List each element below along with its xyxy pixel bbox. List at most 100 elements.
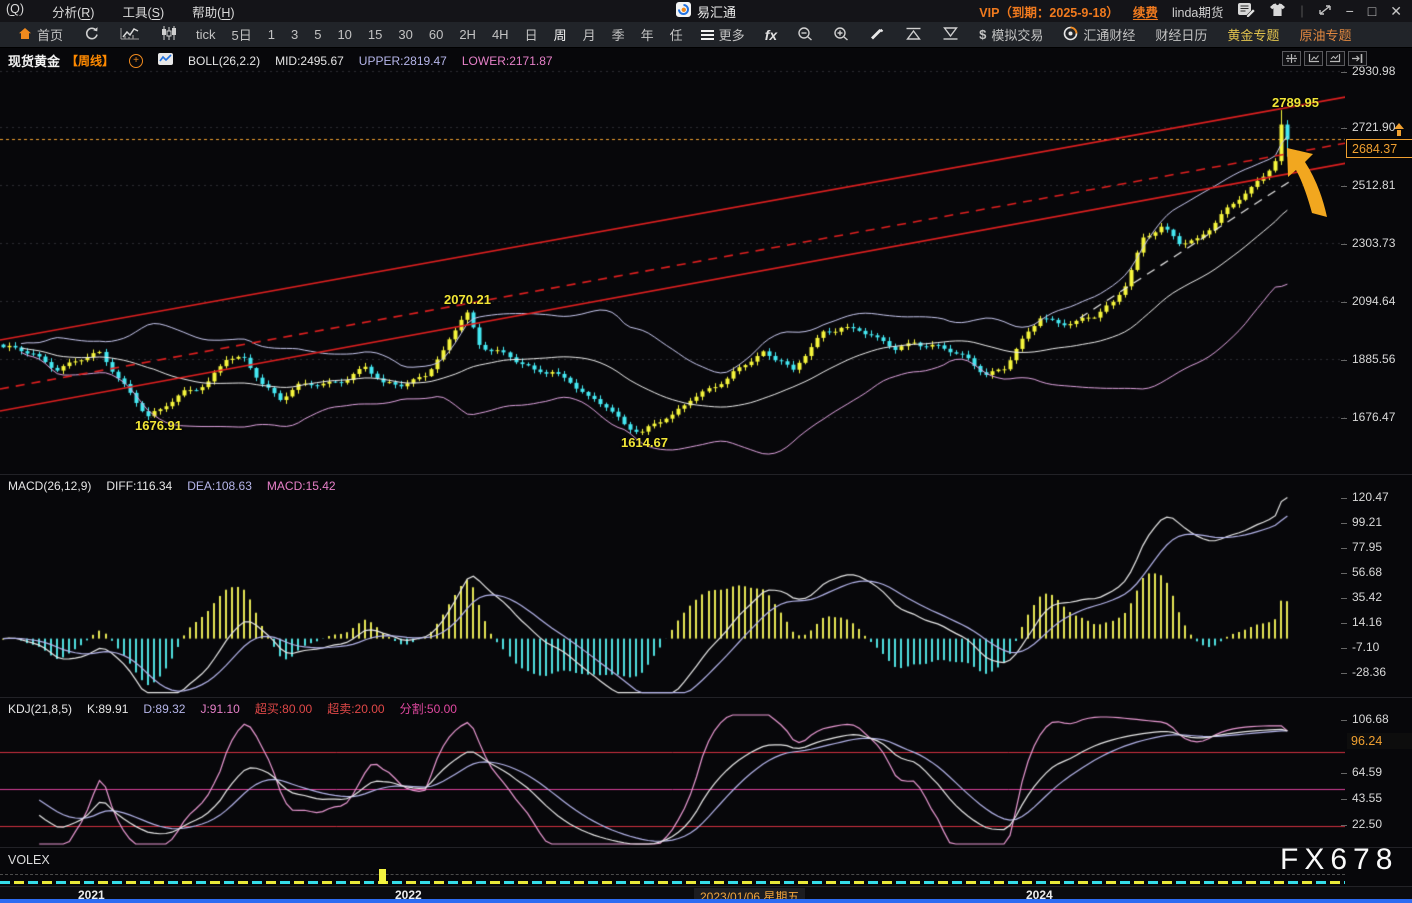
sim-trade-button[interactable]: $ 模拟交易 [969, 25, 1053, 44]
axis-label: 2930.98 [1352, 64, 1395, 78]
macd-label[interactable]: MACD(26,12,9) [8, 479, 91, 493]
macd-panel-chart[interactable] [0, 495, 1345, 697]
triangle-down-line-icon [942, 26, 959, 44]
theme-shirt-icon[interactable] [1269, 3, 1286, 20]
period-4h[interactable]: 4H [484, 27, 517, 42]
horizontal-scrollbar[interactable] [0, 899, 1412, 903]
more-button[interactable]: 更多 [691, 25, 755, 44]
move-panels-icon[interactable] [1282, 51, 1301, 66]
panel-separator [0, 697, 1412, 698]
refresh-button[interactable] [73, 26, 110, 44]
period-day[interactable]: 日 [517, 25, 546, 44]
period-10[interactable]: 10 [329, 27, 359, 42]
candlestick-button[interactable] [150, 25, 188, 44]
period-5day[interactable]: 5日 [224, 25, 260, 44]
limit-up-button[interactable] [895, 26, 932, 44]
volex-baseline [0, 874, 1345, 875]
zoom-in-button[interactable] [823, 26, 859, 44]
price-annotation: 1614.67 [621, 435, 668, 450]
home-button[interactable]: 首页 [8, 25, 73, 44]
macd-header: MACD(26,12,9) DIFF:116.34 DEA:108.63 MAC… [8, 479, 336, 493]
titlebar-separator: | [1300, 4, 1303, 18]
volex-spike-bar [379, 869, 386, 884]
oil-topic-button[interactable]: 原油专题 [1289, 25, 1361, 44]
period-2h[interactable]: 2H [451, 27, 484, 42]
axis-label: 35.42 [1352, 590, 1382, 604]
kdj-label[interactable]: KDJ(21,8,5) [8, 702, 72, 716]
limit-down-button[interactable] [932, 26, 969, 44]
price-annotation: 2789.95 [1272, 95, 1319, 110]
indicator-fx-button[interactable]: fx [755, 27, 787, 43]
period-60[interactable]: 60 [421, 27, 451, 42]
axis-label: 77.95 [1352, 540, 1382, 554]
axis-left-icon[interactable] [1304, 51, 1323, 66]
huitong-finance-button[interactable]: 汇通财经 [1053, 25, 1145, 44]
line-chart-button[interactable] [110, 26, 150, 44]
axis-label: 14.16 [1352, 615, 1382, 629]
calendar-button[interactable]: 财经日历 [1145, 25, 1217, 44]
axis-label: -7.10 [1352, 640, 1379, 654]
panel-separator [0, 847, 1412, 848]
account-name[interactable]: linda期货 [1172, 2, 1223, 21]
kdj-panel-chart[interactable] [0, 712, 1345, 847]
app-logo-icon [676, 2, 691, 20]
kdj-current-marker: 96.24 [1347, 733, 1412, 749]
dollar-icon: $ [979, 27, 986, 42]
app-title: 易汇通 [676, 2, 736, 21]
period-quarter[interactable]: 季 [604, 25, 633, 44]
zoom-in-icon [833, 26, 849, 44]
axis-label: 2512.81 [1352, 178, 1395, 192]
app-window: (Q) 分析(R) 工具(S) 帮助(H) 易汇通 VIP（到期：2025-9-… [0, 0, 1412, 903]
period-custom[interactable]: 任 [662, 25, 691, 44]
zoom-out-button[interactable] [787, 26, 823, 44]
note-icon[interactable] [1237, 2, 1255, 20]
period-15[interactable]: 15 [360, 27, 390, 42]
axis-label: 2721.90 [1352, 120, 1395, 134]
period-1[interactable]: 1 [260, 27, 283, 42]
chart-region: 现货黄金 【周线】 + BOLL(26,2.2) MID:2495.67 UPP… [0, 48, 1412, 903]
axis-label: 43.55 [1352, 791, 1382, 805]
period-tick[interactable]: tick [188, 27, 224, 42]
menu-help[interactable]: 帮助(H) [192, 2, 234, 21]
axis-label: 64.59 [1352, 765, 1382, 779]
axis-label: 56.68 [1352, 565, 1382, 579]
period-week[interactable]: 周 [546, 25, 575, 44]
gold-topic-button[interactable]: 黄金专题 [1217, 25, 1289, 44]
axis-right-icon[interactable] [1326, 51, 1345, 66]
maximize-button[interactable]: □ [1368, 4, 1376, 18]
pencil-icon [869, 26, 885, 44]
restore-arrows-icon[interactable] [1318, 4, 1332, 19]
period-year[interactable]: 年 [633, 25, 662, 44]
draw-pencil-button[interactable] [859, 26, 895, 44]
axis-label: 2094.64 [1352, 294, 1395, 308]
renew-link[interactable]: 续费 [1133, 2, 1158, 21]
zoom-out-icon [797, 26, 813, 44]
kdj-overbought-value: 超买:80.00 [255, 700, 312, 717]
volex-label[interactable]: VOLEX [8, 853, 50, 867]
kdj-split-value: 分割:50.00 [400, 700, 457, 717]
line-chart-icon [120, 26, 140, 44]
menu-tools[interactable]: 工具(S) [122, 2, 164, 21]
axis-label: -28.36 [1352, 665, 1386, 679]
axis-label: 1885.56 [1352, 352, 1395, 366]
period-30[interactable]: 30 [390, 27, 420, 42]
menu-q[interactable]: (Q) [6, 2, 24, 21]
kdj-k-value: K:89.91 [87, 702, 128, 716]
axis-label: 99.21 [1352, 515, 1382, 529]
period-3[interactable]: 3 [283, 27, 306, 42]
minimize-button[interactable]: − [1346, 4, 1354, 18]
menu-analysis[interactable]: 分析(R) [52, 2, 94, 21]
axis-label: 106.68 [1352, 712, 1389, 726]
price-annotation: 2070.21 [444, 292, 491, 307]
kdj-d-value: D:89.32 [143, 702, 185, 716]
axis-label: 120.47 [1352, 490, 1389, 504]
toolbar: 首页 tick 5日 1 3 5 10 15 30 60 2H 4H 日 周 月… [0, 22, 1412, 48]
watermark: FX678 [1280, 843, 1398, 877]
home-icon [18, 27, 32, 43]
period-5[interactable]: 5 [306, 27, 329, 42]
panel-separator [0, 474, 1412, 475]
period-month[interactable]: 月 [575, 25, 604, 44]
close-button[interactable]: ✕ [1390, 4, 1402, 18]
app-title-text: 易汇通 [697, 2, 736, 21]
main-price-chart[interactable] [0, 66, 1345, 474]
